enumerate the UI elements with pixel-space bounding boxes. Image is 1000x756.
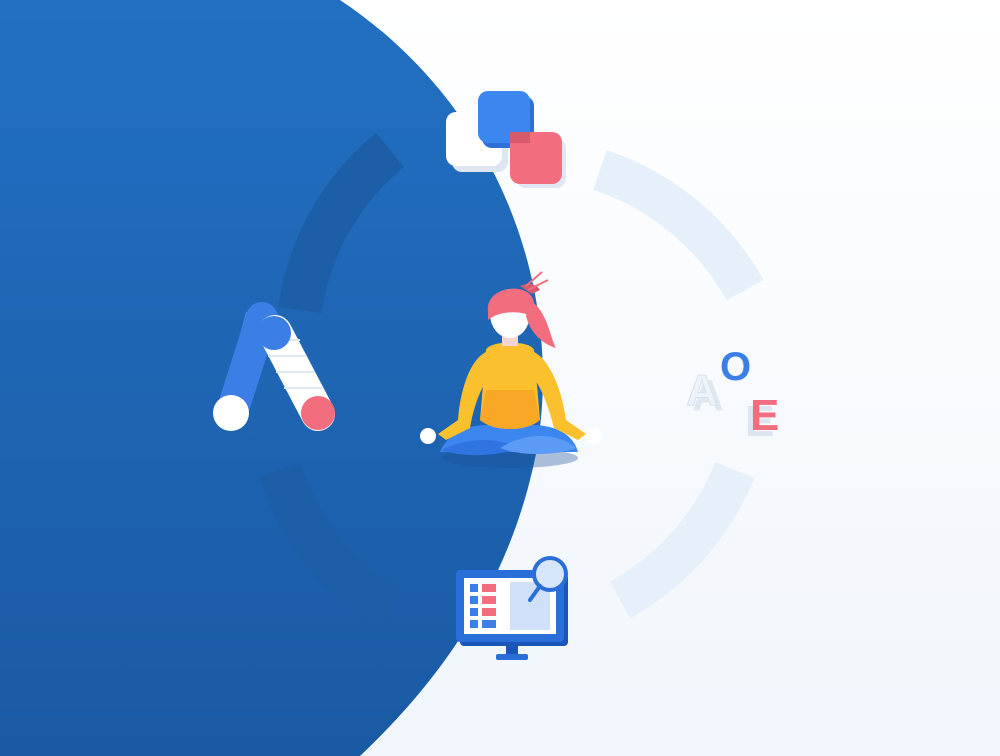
monitor-dashboard-icon xyxy=(456,556,568,660)
letter-a: A xyxy=(686,366,718,415)
hero-illustration: A A O E E xyxy=(0,0,1000,756)
illustration-canvas: A A O E E xyxy=(0,0,1000,756)
letter-o: O xyxy=(720,345,751,389)
letter-e: E xyxy=(750,391,779,440)
